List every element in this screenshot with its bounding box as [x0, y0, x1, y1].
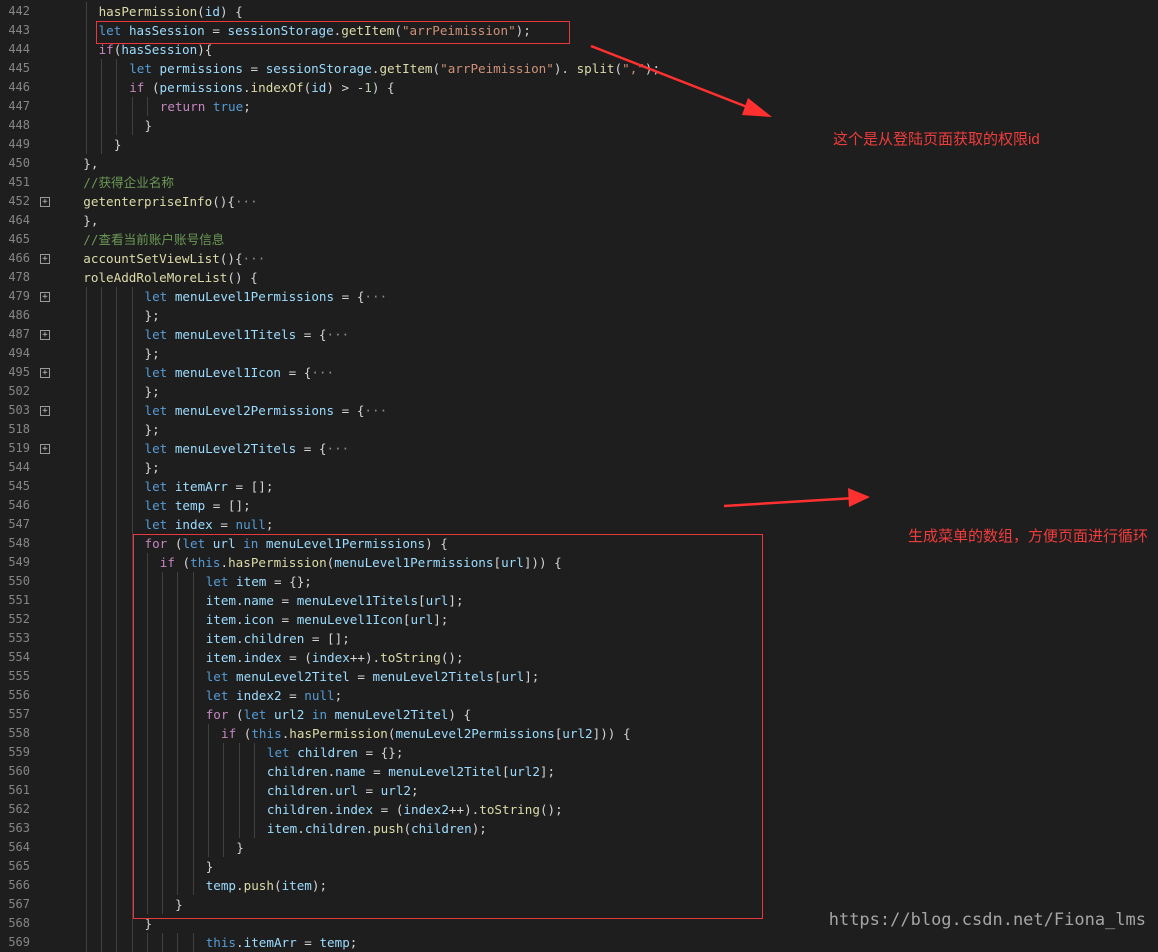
watermark: https://blog.csdn.net/Fiona_lms [828, 910, 1146, 930]
annotation-note-menu-array: 生成菜单的数组，方便页面进行循环 [908, 528, 1149, 545]
arrow-to-note-1 [590, 44, 772, 117]
annotation-note-permission-id: 这个是从登陆页面获取的权限id [833, 131, 1040, 148]
arrow-to-note-2 [723, 488, 870, 508]
